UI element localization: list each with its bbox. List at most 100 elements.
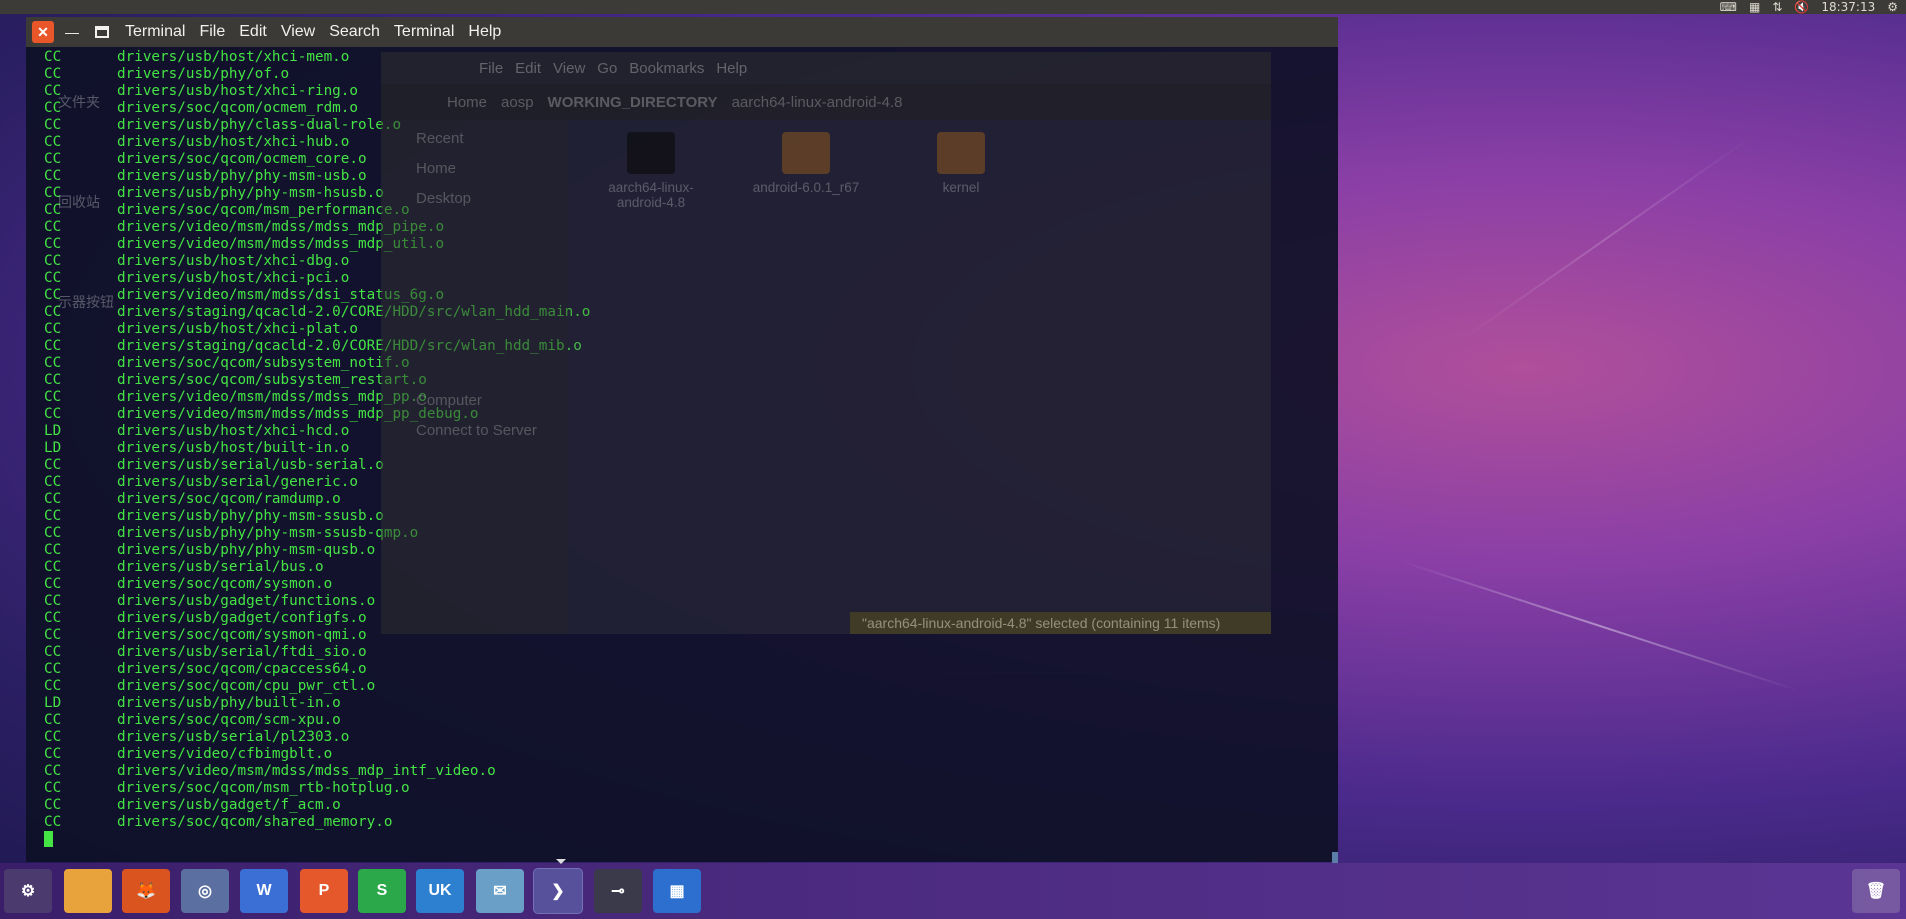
ubuntu-kylin-store-icon[interactable]: UK (416, 869, 464, 913)
build-step-tag: CC (44, 678, 62, 694)
gear-icon[interactable]: ⚙ (1887, 0, 1898, 14)
terminal-line: CC drivers/usb/host/xhci-mem.o (44, 49, 1338, 66)
build-step-tag: CC (44, 576, 62, 592)
object-file-path: drivers/usb/phy/phy-msm-ssusb-qmp.o (117, 525, 419, 541)
input-method-icon[interactable]: ▦ (1749, 0, 1760, 14)
menu-terminal-app[interactable]: Terminal (125, 23, 185, 41)
menu-edit[interactable]: Edit (239, 23, 267, 41)
terminal-line: CC drivers/staging/qcacld-2.0/CORE/HDD/sr… (44, 304, 1338, 321)
terminal-line: CC drivers/usb/host/xhci-dbg.o (44, 253, 1338, 270)
desktop-icon-label: 文件夹 (58, 95, 100, 111)
build-step-tag: CC (44, 270, 62, 286)
terminal-line: CC drivers/usb/gadget/functions.o (44, 593, 1338, 610)
object-file-path: drivers/video/msm/mdss/dsi_status_6g.o (117, 287, 445, 303)
menu-view[interactable]: View (281, 23, 315, 41)
terminal-line: CC drivers/soc/qcom/cpu_pwr_ctl.o (44, 678, 1338, 695)
object-file-path: drivers/usb/host/built-in.o (117, 440, 350, 456)
desktop-icon-label: 示器按钮 (58, 295, 114, 311)
build-step-tag: CC (44, 49, 62, 65)
wps-writer-icon[interactable]: W (240, 869, 288, 913)
terminal-line: CC drivers/usb/serial/bus.o (44, 559, 1338, 576)
terminal-line: CC drivers/soc/qcom/msm_rtb-hotplug.o (44, 780, 1338, 797)
build-step-tag: CC (44, 253, 62, 269)
terminal-line: CC drivers/soc/qcom/msm_performance.o (44, 202, 1338, 219)
wallpaper-streak (1459, 133, 1756, 342)
object-file-path: drivers/soc/qcom/msm_performance.o (117, 202, 410, 218)
terminal-line: CC drivers/video/msm/mdss/mdss_mdp_util.o (44, 236, 1338, 253)
build-step-tag: CC (44, 508, 62, 524)
terminal-line: CC drivers/usb/serial/generic.o (44, 474, 1338, 491)
wps-spreadsheet-icon[interactable]: S (358, 869, 406, 913)
terminal-line: CC drivers/usb/phy/class-dual-role.o (44, 117, 1338, 134)
desktop-icon-label: 回收站 (58, 195, 100, 211)
workspace-switcher-icon[interactable]: ▦ (653, 869, 701, 913)
top-panel: ⌨ ▦ ⇅ 🔇 18:37:13 ⚙ (0, 0, 1906, 14)
object-file-path: drivers/staging/qcacld-2.0/CORE/HDD/src/… (117, 304, 591, 320)
terminal-output[interactable]: CC drivers/usb/host/xhci-mem.o CC drivers/u… (26, 47, 1338, 862)
terminal-line: CC drivers/video/msm/mdss/mdss_mdp_pp_deb… (44, 406, 1338, 423)
build-step-tag: CC (44, 372, 62, 388)
build-step-tag: CC (44, 236, 62, 252)
object-file-path: drivers/usb/gadget/configfs.o (117, 610, 367, 626)
minimize-button[interactable]: — (61, 21, 83, 43)
build-step-tag: CC (44, 729, 62, 745)
build-step-tag: CC (44, 491, 62, 507)
object-file-path: drivers/usb/host/xhci-pci.o (117, 270, 350, 286)
object-file-path: drivers/usb/host/xhci-dbg.o (117, 253, 350, 269)
object-file-path: drivers/soc/qcom/sysmon-qmi.o (117, 627, 367, 643)
object-file-path: drivers/video/msm/mdss/mdss_mdp_pp.o (117, 389, 427, 405)
object-file-path: drivers/usb/serial/pl2303.o (117, 729, 350, 745)
terminal-line: CC drivers/video/cfbimgblt.o (44, 746, 1338, 763)
chromium-icon[interactable]: ◎ (181, 869, 229, 913)
terminal-line: CC drivers/usb/host/xhci-ring.o (44, 83, 1338, 100)
maximize-button[interactable] (95, 26, 109, 38)
terminal-line: CC drivers/usb/phy/phy-msm-ssusb.o (44, 508, 1338, 525)
menu-search[interactable]: Search (329, 23, 380, 41)
terminal-line: CC drivers/soc/qcom/sysmon-qmi.o (44, 627, 1338, 644)
object-file-path: drivers/usb/gadget/f_acm.o (117, 797, 341, 813)
object-file-path: drivers/usb/serial/bus.o (117, 559, 324, 575)
build-step-tag: CC (44, 763, 62, 779)
wps-presentation-icon[interactable]: P (300, 869, 348, 913)
object-file-path: drivers/soc/qcom/sysmon.o (117, 576, 333, 592)
menu-terminal[interactable]: Terminal (394, 23, 454, 41)
terminal-line: LD drivers/usb/host/xhci-hcd.o (44, 423, 1338, 440)
object-file-path: drivers/soc/qcom/subsystem_notif.o (117, 355, 410, 371)
build-step-tag: CC (44, 474, 62, 490)
active-window-marker (556, 859, 566, 864)
object-file-path: drivers/soc/qcom/scm-xpu.o (117, 712, 341, 728)
build-step-tag: CC (44, 797, 62, 813)
title-bar: ✕ — Terminal File Edit View Search Termi… (26, 17, 1338, 47)
volume-mute-icon[interactable]: 🔇 (1794, 0, 1809, 14)
terminal-line: CC drivers/soc/qcom/subsystem_notif.o (44, 355, 1338, 372)
object-file-path: drivers/staging/qcacld-2.0/CORE/HDD/src/… (117, 338, 582, 354)
build-step-tag: CC (44, 321, 62, 337)
build-step-tag: CC (44, 542, 62, 558)
build-step-tag: CC (44, 389, 62, 405)
terminal-line: CC drivers/usb/phy/of.o (44, 66, 1338, 83)
terminal-line: CC drivers/soc/qcom/ramdump.o (44, 491, 1338, 508)
archive-manager-icon[interactable]: ✉ (476, 869, 524, 913)
menu-help[interactable]: Help (468, 23, 501, 41)
close-button[interactable]: ✕ (32, 21, 54, 43)
object-file-path: drivers/soc/qcom/ramdump.o (117, 491, 341, 507)
screen-recorder-icon[interactable]: ⊸ (594, 869, 642, 913)
terminal-line: CC drivers/video/msm/mdss/mdss_mdp_pp.o (44, 389, 1338, 406)
object-file-path: drivers/usb/phy/phy-msm-qusb.o (117, 542, 376, 558)
terminal-line: CC drivers/usb/host/xhci-pci.o (44, 270, 1338, 287)
terminal-line: CC drivers/usb/phy/phy-msm-qusb.o (44, 542, 1338, 559)
network-icon[interactable]: ⇅ (1772, 0, 1782, 14)
launcher-dock: ⚙ 🦊 ◎ W P S UK ✉ ❯ ⊸ ▦ 🗑 (0, 863, 1906, 919)
menu-file[interactable]: File (199, 23, 225, 41)
ubuntu-settings-icon[interactable]: ⚙ (4, 869, 52, 913)
trash-icon[interactable]: 🗑 (1852, 869, 1900, 913)
build-step-tag: CC (44, 559, 62, 575)
firefox-icon[interactable]: 🦊 (122, 869, 170, 913)
files-icon[interactable] (64, 869, 112, 913)
terminal-line: CC drivers/usb/gadget/f_acm.o (44, 797, 1338, 814)
object-file-path: drivers/soc/qcom/cpaccess64.o (117, 661, 367, 677)
clock[interactable]: 18:37:13 (1821, 0, 1875, 14)
keyboard-icon[interactable]: ⌨ (1720, 0, 1737, 14)
prompt-line[interactable] (44, 831, 1338, 848)
terminal-icon[interactable]: ❯ (533, 868, 583, 914)
